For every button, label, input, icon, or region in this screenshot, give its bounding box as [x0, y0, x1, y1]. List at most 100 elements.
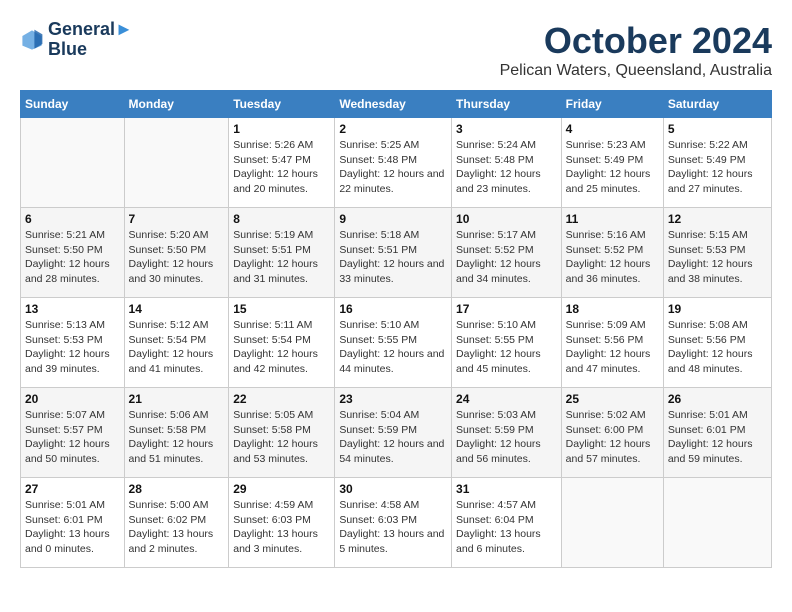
day-detail: Sunrise: 5:00 AMSunset: 6:02 PMDaylight:…: [129, 498, 225, 557]
day-detail: Sunrise: 5:23 AMSunset: 5:49 PMDaylight:…: [566, 138, 659, 197]
calendar-cell: 12Sunrise: 5:15 AMSunset: 5:53 PMDayligh…: [663, 208, 771, 298]
weekday-header-sunday: Sunday: [21, 91, 125, 118]
day-detail: Sunrise: 5:04 AMSunset: 5:59 PMDaylight:…: [339, 408, 447, 467]
day-detail: Sunrise: 5:12 AMSunset: 5:54 PMDaylight:…: [129, 318, 225, 377]
day-detail: Sunrise: 5:19 AMSunset: 5:51 PMDaylight:…: [233, 228, 330, 287]
day-detail: Sunrise: 5:10 AMSunset: 5:55 PMDaylight:…: [456, 318, 557, 377]
day-detail: Sunrise: 5:01 AMSunset: 6:01 PMDaylight:…: [668, 408, 767, 467]
calendar-cell: [124, 118, 229, 208]
day-number: 7: [129, 212, 225, 226]
calendar-cell: 8 Sunrise: 5:19 AMSunset: 5:51 PMDaylight…: [229, 208, 335, 298]
calendar-week-row: 20 Sunrise: 5:07 AMSunset: 5:57 PMDayligh…: [21, 388, 772, 478]
day-number: 22: [233, 392, 330, 406]
calendar-cell: 22 Sunrise: 5:05 AMSunset: 5:58 PMDayligh…: [229, 388, 335, 478]
day-number: 15: [233, 302, 330, 316]
day-detail: Sunrise: 5:25 AMSunset: 5:48 PMDaylight:…: [339, 138, 447, 197]
day-detail: Sunrise: 5:01 AMSunset: 6:01 PMDaylight:…: [25, 498, 120, 557]
logo-text: General► Blue: [48, 20, 133, 60]
calendar-cell: 21Sunrise: 5:06 AMSunset: 5:58 PMDayligh…: [124, 388, 229, 478]
day-number: 17: [456, 302, 557, 316]
weekday-header-friday: Friday: [561, 91, 663, 118]
calendar-cell: 17 Sunrise: 5:10 AMSunset: 5:55 PMDayligh…: [452, 298, 562, 388]
day-number: 28: [129, 482, 225, 496]
calendar-cell: 3Sunrise: 5:24 AMSunset: 5:48 PMDaylight…: [452, 118, 562, 208]
calendar-table: SundayMondayTuesdayWednesdayThursdayFrid…: [20, 90, 772, 568]
calendar-cell: 5 Sunrise: 5:22 AMSunset: 5:49 PMDaylight…: [663, 118, 771, 208]
calendar-cell: 23 Sunrise: 5:04 AMSunset: 5:59 PMDayligh…: [335, 388, 452, 478]
day-detail: Sunrise: 5:20 AMSunset: 5:50 PMDaylight:…: [129, 228, 225, 287]
day-number: 20: [25, 392, 120, 406]
calendar-cell: 27 Sunrise: 5:01 AMSunset: 6:01 PMDayligh…: [21, 478, 125, 568]
day-number: 2: [339, 122, 447, 136]
day-number: 29: [233, 482, 330, 496]
calendar-cell: 15 Sunrise: 5:11 AMSunset: 5:54 PMDayligh…: [229, 298, 335, 388]
calendar-cell: [21, 118, 125, 208]
calendar-cell: 10Sunrise: 5:17 AMSunset: 5:52 PMDayligh…: [452, 208, 562, 298]
day-detail: Sunrise: 5:22 AMSunset: 5:49 PMDaylight:…: [668, 138, 767, 197]
day-number: 30: [339, 482, 447, 496]
day-detail: Sunrise: 5:03 AMSunset: 5:59 PMDaylight:…: [456, 408, 557, 467]
day-number: 26: [668, 392, 767, 406]
weekday-header-thursday: Thursday: [452, 91, 562, 118]
day-number: 23: [339, 392, 447, 406]
calendar-cell: 14Sunrise: 5:12 AMSunset: 5:54 PMDayligh…: [124, 298, 229, 388]
calendar-cell: 31 Sunrise: 4:57 AMSunset: 6:04 PMDayligh…: [452, 478, 562, 568]
calendar-cell: 26 Sunrise: 5:01 AMSunset: 6:01 PMDayligh…: [663, 388, 771, 478]
calendar-cell: 6 Sunrise: 5:21 AMSunset: 5:50 PMDaylight…: [21, 208, 125, 298]
day-detail: Sunrise: 5:11 AMSunset: 5:54 PMDaylight:…: [233, 318, 330, 377]
location-title: Pelican Waters, Queensland, Australia: [500, 62, 772, 80]
logo-icon: [20, 28, 44, 52]
calendar-week-row: 27 Sunrise: 5:01 AMSunset: 6:01 PMDayligh…: [21, 478, 772, 568]
title-area: October 2024 Pelican Waters, Queensland,…: [500, 20, 772, 80]
calendar-cell: 30 Sunrise: 4:58 AMSunset: 6:03 PMDayligh…: [335, 478, 452, 568]
day-detail: Sunrise: 4:59 AMSunset: 6:03 PMDaylight:…: [233, 498, 330, 557]
day-detail: Sunrise: 5:26 AMSunset: 5:47 PMDaylight:…: [233, 138, 330, 197]
calendar-cell: [663, 478, 771, 568]
day-number: 5: [668, 122, 767, 136]
day-detail: Sunrise: 5:07 AMSunset: 5:57 PMDaylight:…: [25, 408, 120, 467]
calendar-cell: 19 Sunrise: 5:08 AMSunset: 5:56 PMDayligh…: [663, 298, 771, 388]
day-number: 6: [25, 212, 120, 226]
day-detail: Sunrise: 5:15 AMSunset: 5:53 PMDaylight:…: [668, 228, 767, 287]
calendar-week-row: 1 Sunrise: 5:26 AMSunset: 5:47 PMDaylight…: [21, 118, 772, 208]
day-number: 18: [566, 302, 659, 316]
day-number: 31: [456, 482, 557, 496]
day-detail: Sunrise: 5:16 AMSunset: 5:52 PMDaylight:…: [566, 228, 659, 287]
day-number: 1: [233, 122, 330, 136]
weekday-header-monday: Monday: [124, 91, 229, 118]
day-number: 27: [25, 482, 120, 496]
calendar-cell: 29 Sunrise: 4:59 AMSunset: 6:03 PMDayligh…: [229, 478, 335, 568]
day-detail: Sunrise: 5:18 AMSunset: 5:51 PMDaylight:…: [339, 228, 447, 287]
day-number: 3: [456, 122, 557, 136]
day-number: 24: [456, 392, 557, 406]
day-detail: Sunrise: 5:10 AMSunset: 5:55 PMDaylight:…: [339, 318, 447, 377]
calendar-cell: 20 Sunrise: 5:07 AMSunset: 5:57 PMDayligh…: [21, 388, 125, 478]
day-number: 9: [339, 212, 447, 226]
day-number: 10: [456, 212, 557, 226]
day-number: 13: [25, 302, 120, 316]
day-detail: Sunrise: 4:57 AMSunset: 6:04 PMDaylight:…: [456, 498, 557, 557]
header: General► Blue October 2024 Pelican Water…: [20, 20, 772, 80]
calendar-cell: 24 Sunrise: 5:03 AMSunset: 5:59 PMDayligh…: [452, 388, 562, 478]
day-detail: Sunrise: 5:21 AMSunset: 5:50 PMDaylight:…: [25, 228, 120, 287]
day-detail: Sunrise: 5:05 AMSunset: 5:58 PMDaylight:…: [233, 408, 330, 467]
calendar-cell: 28 Sunrise: 5:00 AMSunset: 6:02 PMDayligh…: [124, 478, 229, 568]
day-number: 19: [668, 302, 767, 316]
day-number: 11: [566, 212, 659, 226]
weekday-header-row: SundayMondayTuesdayWednesdayThursdayFrid…: [21, 91, 772, 118]
day-detail: Sunrise: 5:09 AMSunset: 5:56 PMDaylight:…: [566, 318, 659, 377]
day-detail: Sunrise: 4:58 AMSunset: 6:03 PMDaylight:…: [339, 498, 447, 557]
day-number: 21: [129, 392, 225, 406]
calendar-cell: 2 Sunrise: 5:25 AMSunset: 5:48 PMDaylight…: [335, 118, 452, 208]
calendar-cell: 7 Sunrise: 5:20 AMSunset: 5:50 PMDaylight…: [124, 208, 229, 298]
day-detail: Sunrise: 5:08 AMSunset: 5:56 PMDaylight:…: [668, 318, 767, 377]
calendar-week-row: 6 Sunrise: 5:21 AMSunset: 5:50 PMDaylight…: [21, 208, 772, 298]
day-number: 8: [233, 212, 330, 226]
calendar-cell: [561, 478, 663, 568]
day-detail: Sunrise: 5:02 AMSunset: 6:00 PMDaylight:…: [566, 408, 659, 467]
weekday-header-saturday: Saturday: [663, 91, 771, 118]
weekday-header-wednesday: Wednesday: [335, 91, 452, 118]
day-detail: Sunrise: 5:13 AMSunset: 5:53 PMDaylight:…: [25, 318, 120, 377]
logo: General► Blue: [20, 20, 133, 60]
month-title: October 2024: [500, 20, 772, 62]
